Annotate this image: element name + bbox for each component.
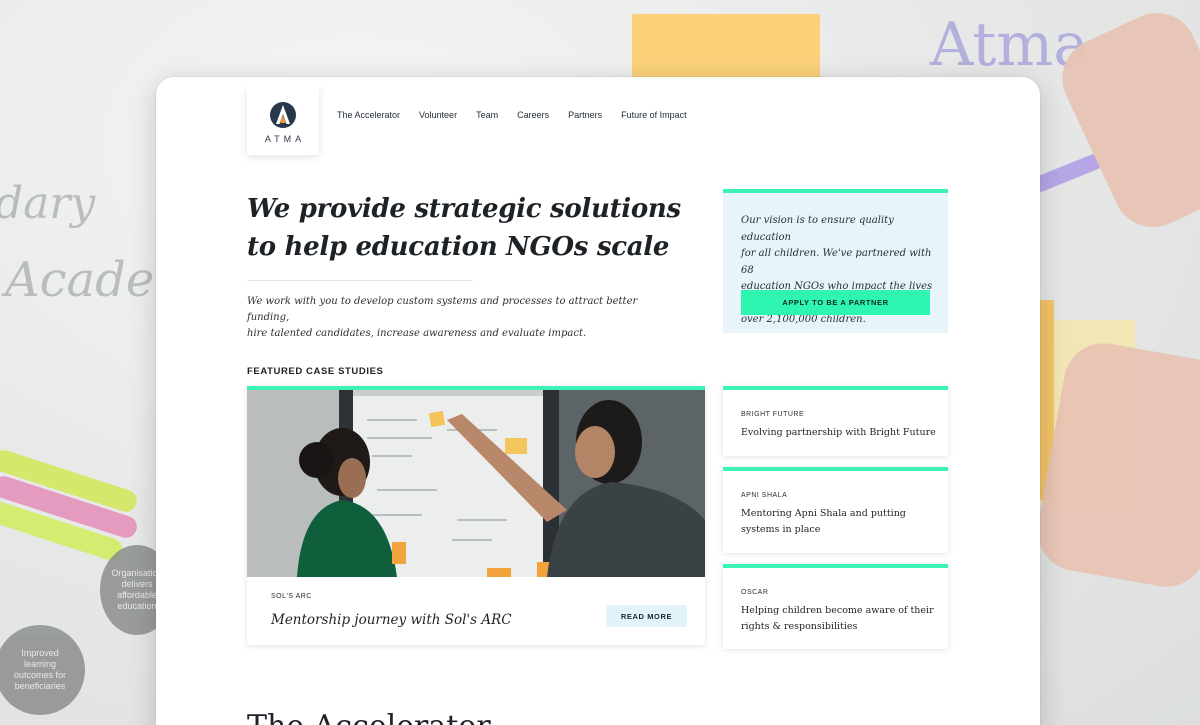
case-study-title: Helping children become aware of their r…	[741, 605, 934, 632]
case-study-tag: SOL'S ARC	[271, 593, 312, 600]
case-study-card-apni-shala[interactable]: APNI SHALA Mentoring Apni Shala and putt…	[723, 467, 948, 553]
read-more-button[interactable]: READ MORE	[606, 605, 687, 627]
vision-line: Our vision is to ensure quality educatio…	[741, 215, 894, 243]
featured-case-study-card[interactable]: SOL'S ARC Mentorship journey with Sol's …	[247, 386, 705, 645]
pen	[1031, 152, 1103, 194]
vision-panel: Our vision is to ensure quality educatio…	[723, 189, 948, 333]
diagram-circle: Improved learning outcomes for beneficia…	[0, 625, 85, 715]
case-study-photo	[247, 390, 705, 577]
hero-subtitle-line2: hire talented candidates, increase aware…	[247, 328, 587, 339]
handwriting: dary	[0, 178, 96, 229]
nav-link-accelerator[interactable]: The Accelerator	[337, 110, 400, 120]
case-study-tag: APNI SHALA	[741, 492, 788, 499]
nav-link-volunteer[interactable]: Volunteer	[419, 110, 457, 120]
handwriting: Acade	[5, 252, 155, 308]
hero-title: We provide strategic solutions to help e…	[247, 190, 687, 266]
apply-partner-button[interactable]: APPLY TO BE A PARTNER	[741, 290, 930, 315]
atma-logo[interactable]: ATMA	[247, 87, 319, 155]
hero-subtitle-line1: We work with you to develop custom syste…	[247, 296, 638, 323]
logo-wordmark: ATMA	[264, 133, 306, 144]
sticky-note	[632, 14, 820, 86]
nav-link-partners[interactable]: Partners	[568, 110, 602, 120]
hero-subtitle: We work with you to develop custom syste…	[247, 294, 657, 342]
nav-link-careers[interactable]: Careers	[517, 110, 549, 120]
hero-title-line2: to help education NGOs scale	[247, 232, 670, 262]
case-study-card-oscar[interactable]: OSCAR Helping children become aware of t…	[723, 564, 948, 649]
nav-link-team[interactable]: Team	[476, 110, 498, 120]
accelerator-section-heading: The Accelerator	[247, 709, 491, 725]
case-study-card-bright-future[interactable]: BRIGHT FUTURE Evolving partnership with …	[723, 386, 948, 456]
case-study-tag: OSCAR	[741, 589, 769, 596]
nav-link-future-of-impact[interactable]: Future of Impact	[621, 110, 687, 120]
whiteboard-photo-illustration	[247, 390, 705, 577]
case-study-title[interactable]: Mentorship journey with Sol's ARC	[271, 612, 512, 628]
case-studies-heading: FEATURED CASE STUDIES	[247, 366, 384, 377]
case-study-tag: BRIGHT FUTURE	[741, 411, 805, 418]
hero-title-line1: We provide strategic solutions	[247, 194, 681, 224]
case-study-title: Evolving partnership with Bright Future	[741, 427, 936, 438]
case-study-title: Mentoring Apni Shala and putting systems…	[741, 508, 906, 535]
website-page: ATMA The Accelerator Volunteer Team Care…	[164, 87, 1030, 725]
vision-line: for all children. We've partnered with 6…	[741, 248, 932, 276]
atma-logo-icon	[270, 101, 296, 128]
device-frame: ATMA The Accelerator Volunteer Team Care…	[156, 77, 1040, 725]
hero-divider	[247, 280, 473, 281]
main-nav: The Accelerator Volunteer Team Careers P…	[337, 110, 687, 120]
